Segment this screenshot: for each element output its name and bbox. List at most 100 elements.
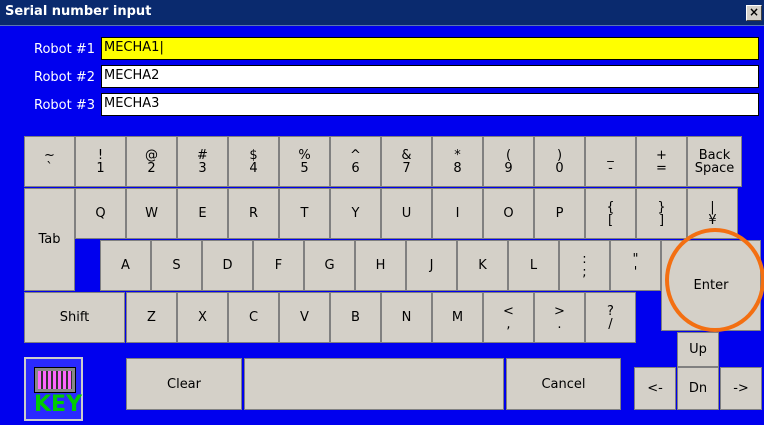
key-r[interactable]: R [228,188,279,239]
key-row1-12-bottom: = [656,160,667,176]
key-z[interactable]: Z [126,292,177,343]
close-button[interactable]: × [746,5,762,21]
key-row1-3-bottom: 3 [198,160,207,176]
up-arrow-key[interactable]: Up [677,332,719,367]
key-row1-7-top: & [401,147,412,163]
key-k[interactable]: K [457,240,508,291]
key-row1-0-bottom: ` [46,160,53,176]
key-a[interactable]: A [100,240,151,291]
key-row2-sym-2-top: | [710,199,715,215]
key-row3-sym-0[interactable]: :; [559,240,610,291]
key-row2-sym-1-bottom: ] [658,212,665,228]
key-row1-0-top: ~ [44,147,55,163]
cancel-button[interactable]: Cancel [506,358,621,410]
title-bar: Serial number input × [0,0,764,26]
key-row4-sym-2-bottom: / [608,316,613,332]
key-row1-9[interactable]: (9 [483,136,534,187]
key-x[interactable]: X [177,292,228,343]
key-row4-sym-1-bottom: . [557,316,562,332]
shift-key[interactable]: Shift [24,292,125,343]
key-row3-sym-1[interactable]: " ' [610,240,661,291]
key-row1-10[interactable]: ) 0 [534,136,585,187]
key-s[interactable]: S [151,240,202,291]
key-row1-4-top: $ [249,147,258,163]
key-row4-sym-0[interactable]: <, [483,292,534,343]
key-row4-sym-0-bottom: , [506,316,511,332]
key-n[interactable]: N [381,292,432,343]
key-row4-sym-0-top: < [503,303,514,319]
robot-2-input[interactable]: MECHA2 [101,65,759,88]
keyboard-icon[interactable]: KEY [24,357,83,421]
key-row1-10-top: ) [556,147,563,163]
key-row1-8[interactable]: * 8 [432,136,483,187]
key-row1-11[interactable]: _ - [585,136,636,187]
key-row4-sym-2-top: ? [607,303,614,319]
window-title: Serial number input [5,4,152,19]
key-g[interactable]: G [304,240,355,291]
key-row2-sym-2-bottom: ¥ [708,212,717,228]
robot-3-label: Robot #3 [34,98,96,113]
key-j[interactable]: J [406,240,457,291]
keyboard-icon-label: KEY [34,392,83,417]
key-e[interactable]: E [177,188,228,239]
key-row1-12[interactable]: + = [636,136,687,187]
key-row4-sym-1[interactable]: >. [534,292,585,343]
key-f[interactable]: F [253,240,304,291]
key-row2-sym-1[interactable]: }] [636,188,687,239]
key-row1-9-bottom: 9 [504,160,513,176]
key-row1-5[interactable]: % 5 [279,136,330,187]
key-row1-7-bottom: 7 [402,160,411,176]
key-row1-1[interactable]: ! 1 [75,136,126,187]
key-row1-4[interactable]: $4 [228,136,279,187]
key-h[interactable]: H [355,240,406,291]
key-row1-2[interactable]: @2 [126,136,177,187]
key-row2-sym-0-top: { [606,199,615,215]
key-row3-sym-1-top: " [632,251,639,267]
robot-1-input[interactable]: MECHA1| [101,37,759,60]
key-row4-sym-2[interactable]: ? / [585,292,636,343]
key-row2-sym-0[interactable]: {[ [585,188,636,239]
key-row2-sym-0-bottom: [ [607,212,614,228]
key-b[interactable]: B [330,292,381,343]
key-row1-8-bottom: 8 [453,160,462,176]
key-u[interactable]: U [381,188,432,239]
key-t[interactable]: T [279,188,330,239]
down-arrow-key[interactable]: Dn [677,367,719,410]
tab-key[interactable]: Tab [24,188,75,291]
clear-button[interactable]: Clear [126,358,242,410]
key-row4-sym-1-top: > [554,303,565,319]
highlight-circle [665,228,764,332]
key-q[interactable]: Q [75,188,126,239]
key-o[interactable]: O [483,188,534,239]
key-row1-6[interactable]: ^ 6 [330,136,381,187]
key-i[interactable]: I [432,188,483,239]
key-row1-5-bottom: 5 [300,160,309,176]
key-y[interactable]: Y [330,188,381,239]
key-m[interactable]: M [432,292,483,343]
key-l[interactable]: L [508,240,559,291]
key-p[interactable]: P [534,188,585,239]
key-row1-1-top: ! [97,147,104,163]
robot-3-input[interactable]: MECHA3 [101,93,759,116]
right-arrow-key[interactable]: -> [720,367,762,410]
key-c[interactable]: C [228,292,279,343]
key-row1-10-bottom: 0 [555,160,564,176]
key-row1-7[interactable]: & 7 [381,136,432,187]
key-row2-sym-1-top: } [657,199,666,215]
key-row1-6-top: ^ [350,147,361,163]
key-row3-sym-0-top: : [582,251,587,267]
key-v[interactable]: V [279,292,330,343]
key-row1-3[interactable]: #3 [177,136,228,187]
key-row1-11-bottom: - [608,160,613,176]
backspace-key[interactable]: Back Space [687,136,742,187]
key-w[interactable]: W [126,188,177,239]
space-bar[interactable] [244,358,504,410]
robot-2-label: Robot #2 [34,70,96,85]
left-arrow-key[interactable]: <- [634,367,676,410]
backspace-key-top: Back [698,147,731,163]
backspace-key-bottom: Space [694,160,735,176]
keyboard-pad-graphic [34,367,76,393]
key-row1-1-bottom: 1 [96,160,105,176]
key-row1-0[interactable]: ~ ` [24,136,75,187]
key-d[interactable]: D [202,240,253,291]
